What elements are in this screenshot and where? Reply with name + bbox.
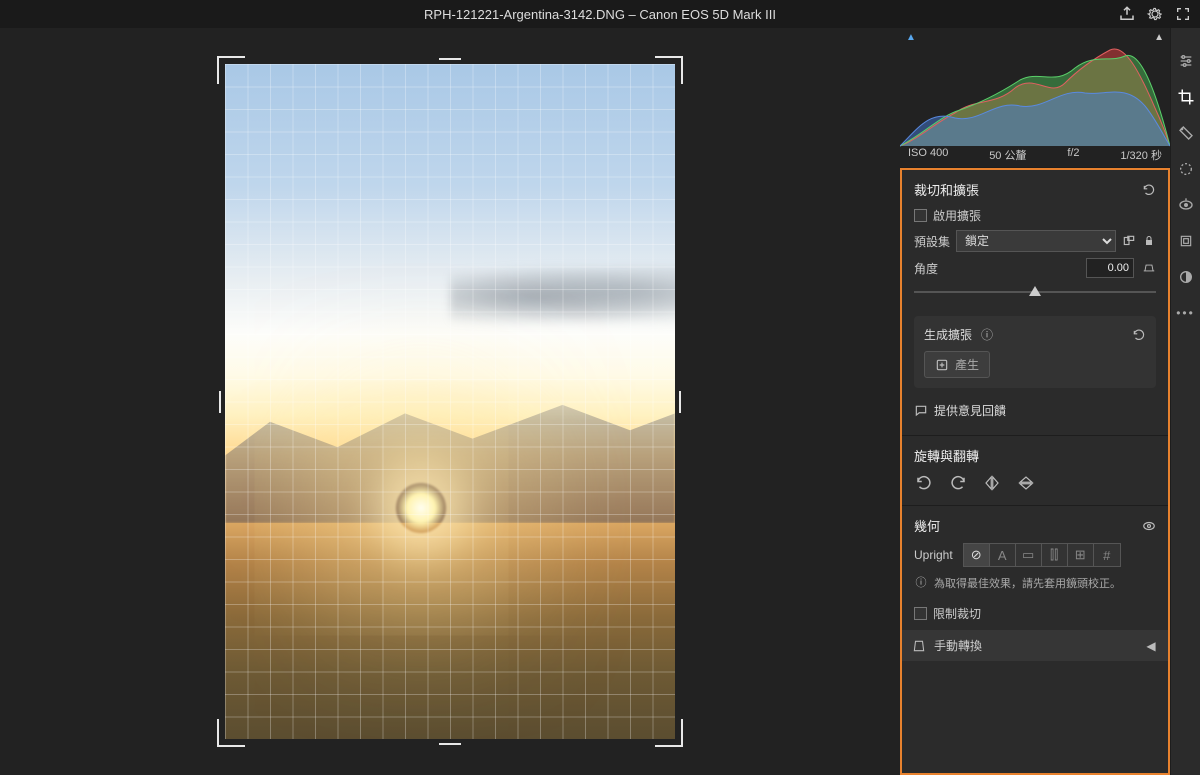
canvas[interactable] (0, 28, 900, 775)
upright-full[interactable]: ⊞ (1068, 544, 1094, 566)
section-geometry-title: 幾何 (914, 516, 940, 535)
generate-button[interactable]: 產生 (924, 351, 990, 378)
upright-level[interactable]: ▭ (1016, 544, 1042, 566)
enable-expand-checkbox[interactable] (914, 209, 927, 222)
generative-expand-panel: 生成擴張 ⓘ 產生 (914, 316, 1156, 388)
chevron-left-icon: ◀ (1144, 639, 1158, 653)
crop-tool-icon[interactable] (1177, 88, 1195, 106)
angle-value[interactable] (1086, 258, 1134, 278)
exif-iso: ISO 400 (908, 147, 948, 163)
redeye-tool-icon[interactable] (1177, 196, 1195, 214)
flip-horizontal-icon[interactable] (982, 473, 1002, 493)
title-bar: RPH-121221-Argentina-3142.DNG – Canon EO… (0, 0, 1200, 28)
section-crop: 裁切和擴張 啟用擴張 預設集 鎖定 (902, 170, 1168, 436)
upright-vertical[interactable]: ⫿⫿ (1042, 544, 1068, 566)
generate-label: 產生 (955, 356, 979, 373)
sliders-tool-icon[interactable] (1177, 52, 1195, 70)
angle-label: 角度 (914, 260, 950, 277)
section-geometry: 幾何 Upright ⊘ A ▭ ⫿⫿ ⊞ # (902, 506, 1168, 661)
exif-aperture: f/2 (1067, 147, 1079, 163)
presets-tool-icon[interactable] (1177, 232, 1195, 250)
lock-icon[interactable] (1142, 234, 1156, 248)
reset-icon[interactable] (1142, 183, 1156, 197)
upright-off[interactable]: ⊘ (964, 544, 990, 566)
gen-expand-title: 生成擴張 (924, 326, 972, 343)
rotate-cw-icon[interactable] (948, 473, 968, 493)
gen-reset-icon[interactable] (1132, 328, 1146, 342)
crop-handle-b[interactable] (439, 743, 461, 745)
feedback-link[interactable]: 提供意見回饋 (934, 402, 1006, 419)
document-title: RPH-121221-Argentina-3142.DNG – Canon EO… (424, 7, 776, 22)
crop-handle-t[interactable] (439, 58, 461, 60)
crop-panel-highlight: 裁切和擴張 啟用擴張 預設集 鎖定 (900, 168, 1170, 775)
crop-handle-tl[interactable] (217, 56, 245, 84)
rotate-ccw-icon[interactable] (914, 473, 934, 493)
manual-transform-label: 手動轉換 (934, 637, 982, 654)
preset-label: 預設集 (914, 233, 950, 250)
histogram[interactable]: ▲ ▲ ISO 400 50 公釐 f/2 1/320 秒 (900, 28, 1170, 168)
crop-handle-br[interactable] (655, 719, 683, 747)
fullscreen-icon[interactable] (1174, 5, 1192, 23)
generate-icon (935, 358, 949, 372)
section-rotate-title: 旋轉與翻轉 (914, 446, 979, 465)
upright-segmented: ⊘ A ▭ ⫿⫿ ⊞ # (963, 543, 1121, 567)
upright-guided[interactable]: # (1094, 544, 1120, 566)
tool-strip: ••• (1170, 28, 1200, 775)
constrain-crop-label: 限制裁切 (933, 605, 981, 622)
histogram-info: ISO 400 50 公釐 f/2 1/320 秒 (900, 147, 1170, 163)
upright-auto[interactable]: A (990, 544, 1016, 566)
transform-icon (912, 639, 926, 653)
constrain-crop-checkbox[interactable] (914, 607, 927, 620)
exif-shutter: 1/320 秒 (1120, 147, 1162, 163)
straighten-icon[interactable] (1142, 261, 1156, 275)
gear-icon[interactable] (1146, 5, 1164, 23)
manual-transform-row[interactable]: 手動轉換 ◀ (902, 630, 1168, 661)
feedback-icon (914, 404, 928, 418)
export-icon[interactable] (1118, 5, 1136, 23)
crop-handle-l[interactable] (219, 391, 221, 413)
crop-frame[interactable] (225, 64, 675, 739)
healing-tool-icon[interactable] (1177, 124, 1195, 142)
exif-focal: 50 公釐 (989, 147, 1026, 163)
crop-handle-r[interactable] (679, 391, 681, 413)
crop-handle-bl[interactable] (217, 719, 245, 747)
info-icon: ⓘ (914, 575, 928, 589)
section-rotate: 旋轉與翻轉 (902, 436, 1168, 506)
enable-expand-label: 啟用擴張 (933, 207, 981, 224)
upright-label: Upright (914, 548, 953, 562)
more-tool-icon[interactable]: ••• (1177, 304, 1195, 322)
mask-tool-icon[interactable] (1177, 160, 1195, 178)
title-actions (1118, 5, 1192, 23)
aspect-preset-select[interactable]: 鎖定 (956, 230, 1116, 252)
color-tool-icon[interactable] (1177, 268, 1195, 286)
crop-handle-tr[interactable] (655, 56, 683, 84)
geometry-hint: 為取得最佳效果，請先套用鏡頭校正。 (934, 575, 1121, 591)
visibility-icon[interactable] (1142, 519, 1156, 533)
swap-orientation-icon[interactable] (1122, 234, 1136, 248)
right-panel: ▲ ▲ ISO 400 50 公釐 f/2 1/320 秒 (900, 28, 1170, 775)
info-icon[interactable]: ⓘ (980, 328, 994, 342)
photo-preview (225, 64, 675, 739)
flip-vertical-icon[interactable] (1016, 473, 1036, 493)
section-crop-title: 裁切和擴張 (914, 180, 979, 199)
angle-slider[interactable] (914, 284, 1156, 298)
